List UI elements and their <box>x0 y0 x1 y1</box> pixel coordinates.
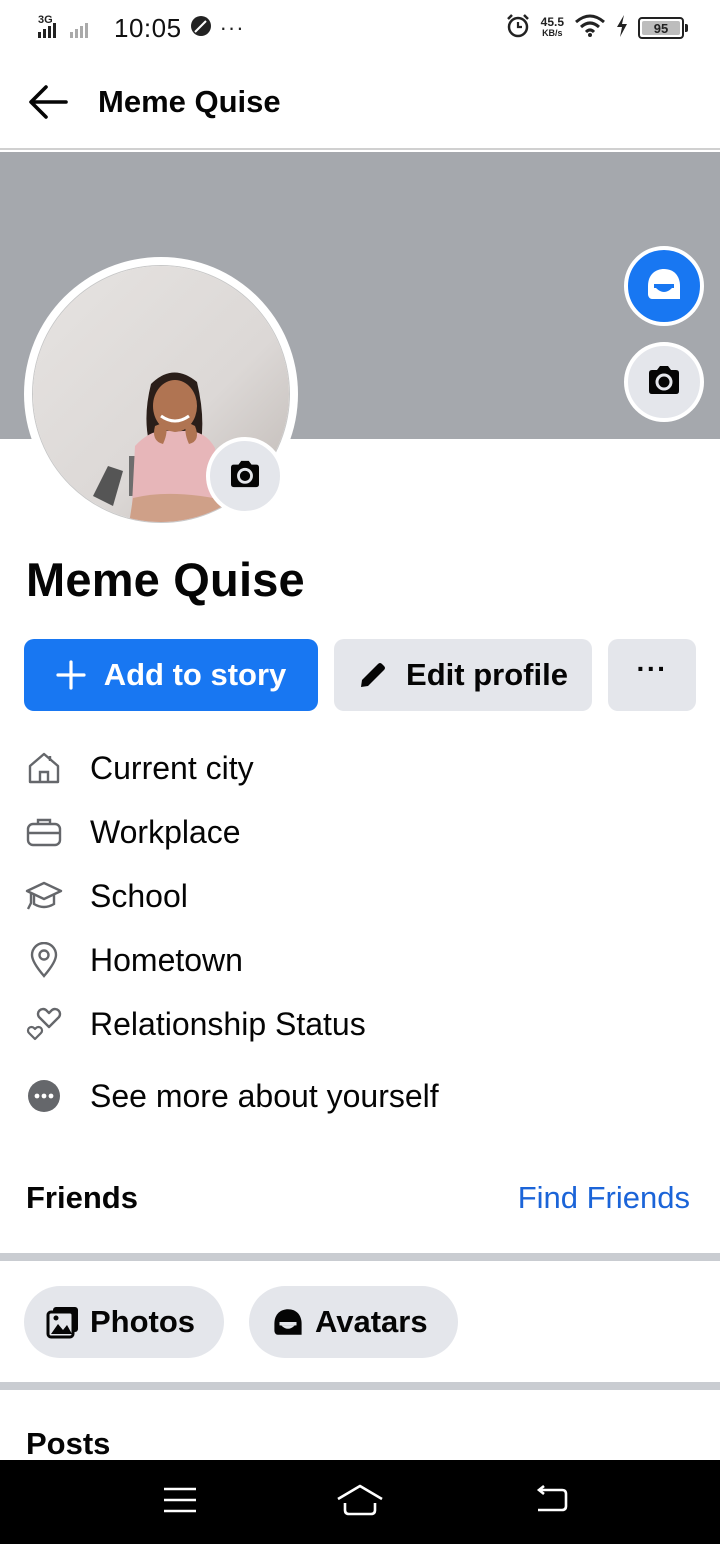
leaf-icon <box>190 15 212 42</box>
more-options-button[interactable]: ··· <box>608 639 696 711</box>
back-arrow-icon[interactable] <box>26 82 70 122</box>
alarm-icon <box>505 13 531 44</box>
home-button[interactable] <box>330 1482 390 1522</box>
edit-profile-label: Edit profile <box>406 657 568 692</box>
intro-label: Relationship Status <box>90 1005 366 1042</box>
section-divider <box>0 1253 720 1261</box>
find-friends-link[interactable]: Find Friends <box>518 1180 690 1216</box>
edit-profile-picture-button[interactable] <box>206 437 284 515</box>
house-icon <box>24 748 64 788</box>
hearts-icon <box>24 1004 64 1044</box>
intro-school[interactable]: School <box>24 874 188 918</box>
charging-icon <box>616 14 628 42</box>
avatar-face-icon <box>644 266 684 307</box>
wifi-icon <box>574 14 606 43</box>
signal-icon: 3G <box>38 12 108 44</box>
intro-label: Workplace <box>90 813 241 850</box>
battery-level: 95 <box>642 21 680 36</box>
create-avatar-button[interactable] <box>624 246 704 326</box>
profile-name: Meme Quise <box>26 553 305 606</box>
network-speed: 45.5 KB/s <box>540 15 564 38</box>
intro-hometown[interactable]: Hometown <box>24 938 243 982</box>
status-bar: 3G 10:05 ··· 45.5 KB/s 95 <box>0 0 720 56</box>
edit-profile-button[interactable]: Edit profile <box>334 639 592 711</box>
add-to-story-button[interactable]: Add to story <box>24 639 318 711</box>
section-divider <box>0 1382 720 1390</box>
recent-apps-button[interactable] <box>150 1482 210 1522</box>
intro-current-city[interactable]: Current city <box>24 746 254 790</box>
intro-see-more[interactable]: See more about yourself <box>24 1074 439 1118</box>
photos-icon <box>46 1305 80 1339</box>
avatars-chip[interactable]: Avatars <box>249 1286 458 1358</box>
back-icon <box>532 1484 568 1520</box>
location-pin-icon <box>24 940 64 980</box>
page-title: Meme Quise <box>98 84 281 119</box>
intro-relationship[interactable]: Relationship Status <box>24 1002 366 1046</box>
battery-icon: 95 <box>638 17 688 39</box>
intro-label: Hometown <box>90 941 243 978</box>
avatar-face-icon <box>271 1306 305 1338</box>
clock: 10:05 <box>114 12 182 43</box>
camera-icon <box>646 365 682 400</box>
more-notifications: ··· <box>219 15 245 40</box>
intro-label: Current city <box>90 749 254 786</box>
app-header: Meme Quise <box>0 56 720 150</box>
add-to-story-label: Add to story <box>103 657 287 692</box>
intro-label: See more about yourself <box>90 1077 439 1114</box>
photos-chip[interactable]: Photos <box>24 1286 224 1358</box>
more-dots-icon <box>24 1076 64 1116</box>
graduation-cap-icon <box>24 876 64 916</box>
posts-heading: Posts <box>26 1426 111 1461</box>
photos-label: Photos <box>90 1304 196 1339</box>
edit-cover-photo-button[interactable] <box>624 342 704 422</box>
system-nav-bar <box>0 1460 720 1544</box>
intro-workplace[interactable]: Workplace <box>24 810 241 854</box>
intro-label: School <box>90 877 188 914</box>
camera-icon <box>228 460 262 493</box>
avatars-label: Avatars <box>315 1304 428 1339</box>
home-icon <box>335 1483 385 1522</box>
friends-heading: Friends <box>26 1180 138 1215</box>
briefcase-icon <box>24 812 64 852</box>
system-back-button[interactable] <box>520 1482 580 1522</box>
plus-icon <box>56 660 86 690</box>
more-dots-icon: ··· <box>636 653 668 684</box>
menu-icon <box>162 1486 198 1519</box>
pencil-icon <box>358 660 388 690</box>
